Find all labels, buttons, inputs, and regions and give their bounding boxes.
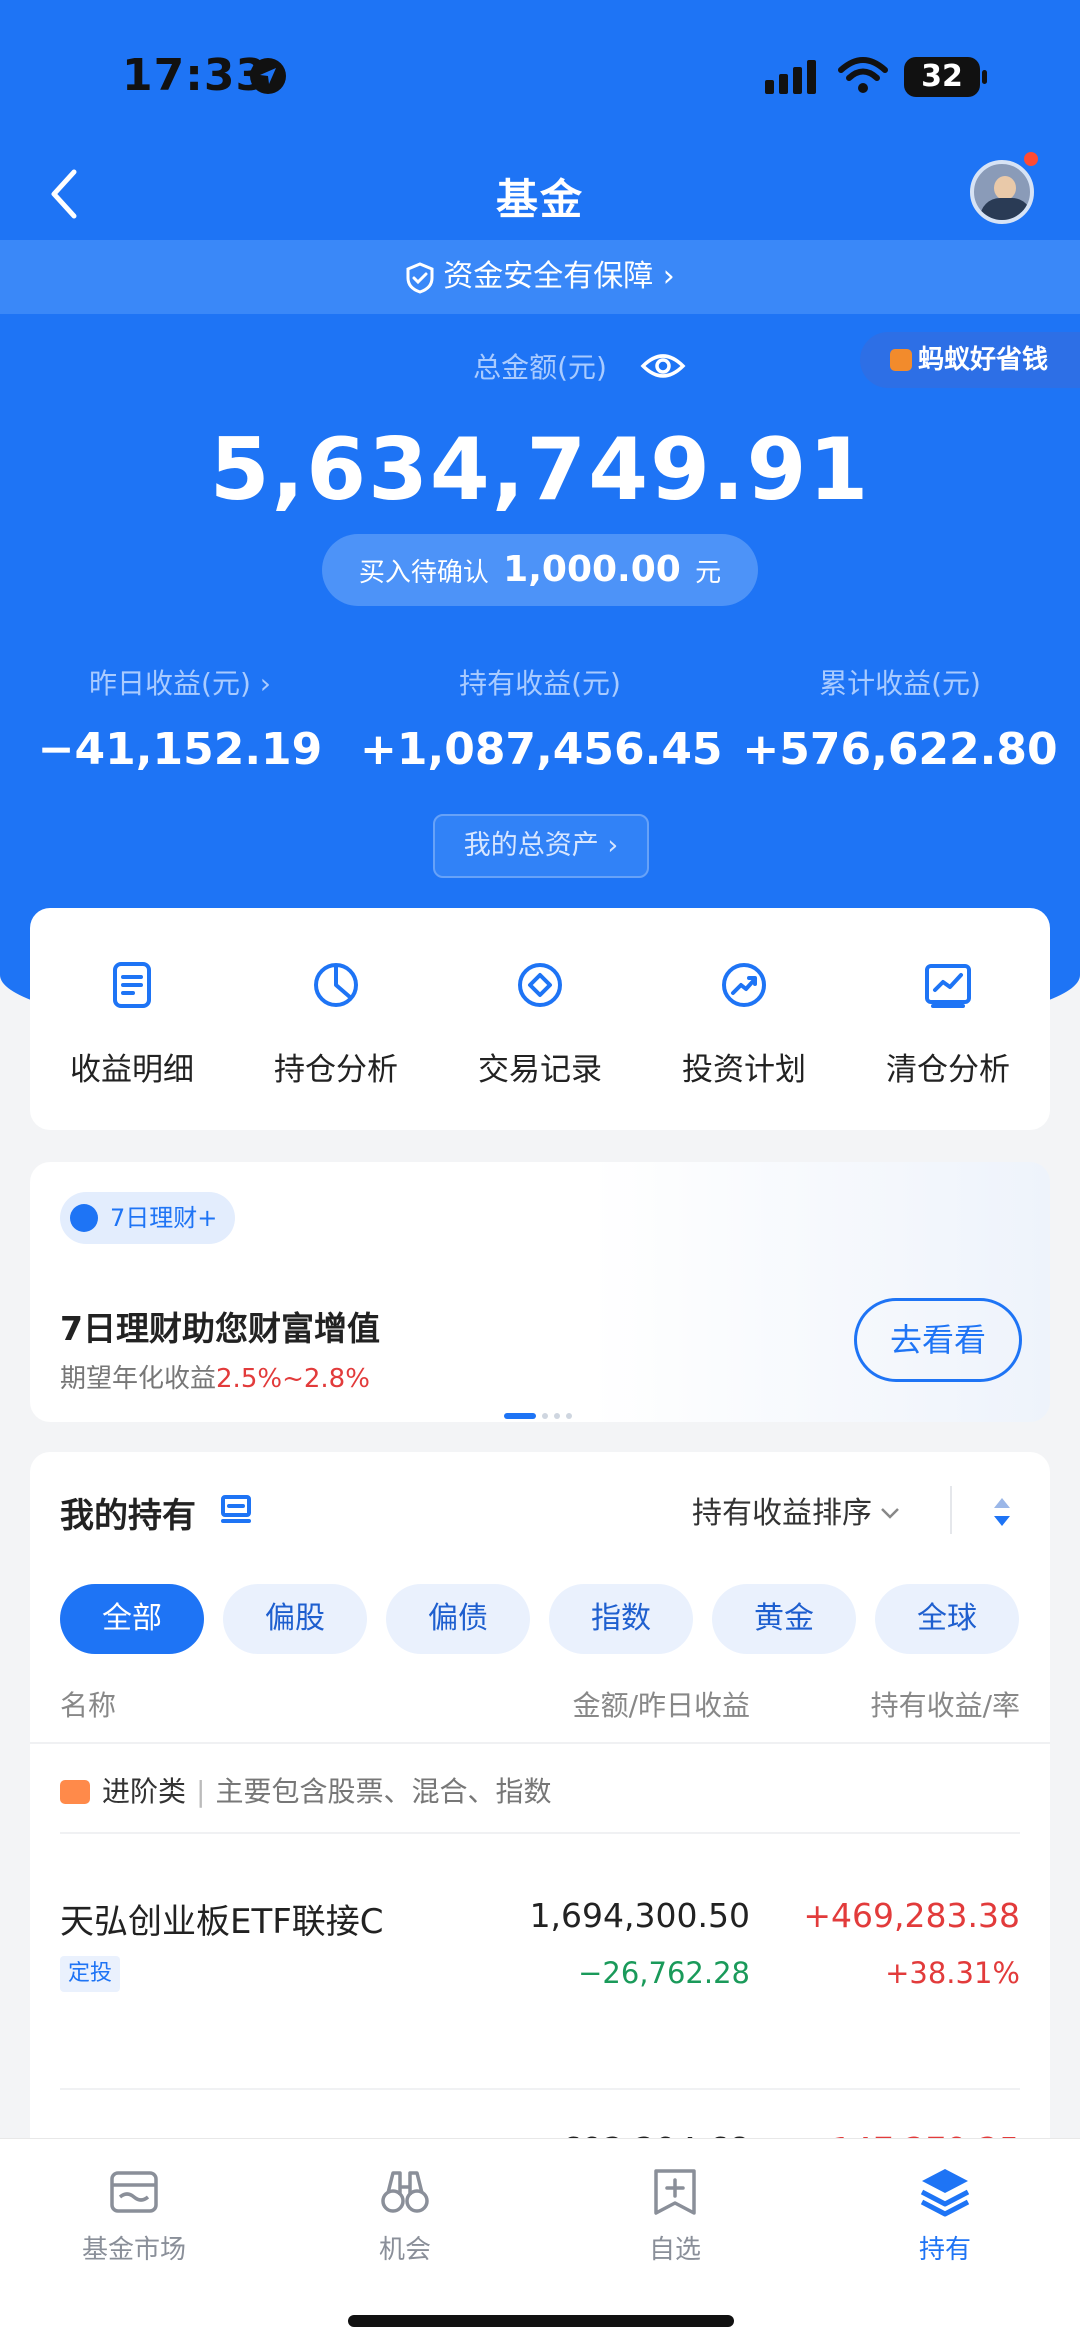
eye-icon[interactable]	[640, 350, 686, 382]
chevron-right-icon: ›	[250, 667, 271, 700]
chip-bond[interactable]: 偏债	[386, 1584, 530, 1654]
holding-profit: 持有收益(元) +1,087,456.45	[360, 662, 723, 775]
status-time: 17:33	[122, 50, 268, 101]
quick-action-position-analysis[interactable]: 持仓分析	[234, 908, 438, 1130]
holding-profit-value: +1,087,456.45	[360, 724, 723, 775]
pending-label: 买入待确认	[358, 558, 489, 588]
sort-arrows-icon[interactable]	[990, 1494, 1014, 1530]
binoculars-icon	[381, 2171, 429, 2213]
divider	[60, 2088, 1020, 2090]
store-icon	[110, 2171, 158, 2213]
divider	[950, 1486, 952, 1534]
layers-icon	[920, 2169, 970, 2217]
chip-equity[interactable]: 偏股	[223, 1584, 367, 1654]
quick-action-profit-detail[interactable]: 收益明细	[30, 908, 234, 1130]
location-arrow-icon	[250, 58, 286, 94]
column-profit: 持有收益/率	[870, 1689, 1020, 1722]
tab-holdings[interactable]: 持有	[845, 2165, 1045, 2266]
cumulative-profit-label: 累计收益(元)	[819, 667, 981, 700]
pending-amount: 1,000.00	[503, 549, 681, 590]
holding-profit-label: 持有收益(元)	[459, 667, 621, 700]
pending-confirm-pill[interactable]: 买入待确认 1,000.00 元	[322, 534, 758, 606]
promo-go-button[interactable]: 去看看	[854, 1298, 1022, 1382]
total-assets-button[interactable]: 我的总资产 ›	[433, 814, 649, 878]
total-amount-label: 总金额(元)	[473, 351, 607, 384]
carousel-dots	[504, 1404, 578, 1419]
pending-unit: 元	[695, 558, 722, 588]
chip-index[interactable]: 指数	[549, 1584, 693, 1654]
quick-action-label: 投资计划	[682, 1052, 806, 1088]
promo-title: 7日理财助您财富增值	[60, 1309, 380, 1348]
chevron-down-icon	[881, 1508, 899, 1519]
page-title: 基金	[495, 175, 584, 224]
avatar[interactable]	[970, 160, 1034, 224]
line-chart-box-icon	[925, 964, 971, 1008]
shield-check-icon	[406, 261, 434, 294]
promo-tag: 7日理财+	[60, 1192, 236, 1244]
tab-opportunity[interactable]: 机会	[305, 2165, 505, 2266]
quick-action-label: 清仓分析	[886, 1052, 1010, 1088]
fund-holding-rate: +38.31%	[885, 1956, 1020, 1990]
cumulative-profit-value: +576,622.80	[742, 724, 1058, 775]
fire-icon	[70, 1204, 98, 1232]
fund-name: 天弘创业板ETF联接C	[60, 1902, 384, 1942]
cumulative-profit: 累计收益(元) +576,622.80	[720, 662, 1080, 775]
category-description: 主要包含股票、混合、指数	[215, 1775, 552, 1808]
quick-actions-card: 收益明细 持仓分析 交易记录 投资计划 清仓分析	[30, 908, 1050, 1130]
tab-watchlist[interactable]: 自选	[575, 2165, 775, 2266]
trend-circle-icon	[722, 963, 766, 1007]
sort-dropdown[interactable]: 持有收益排序	[692, 1488, 900, 1532]
notification-dot	[1022, 150, 1040, 168]
chip-all[interactable]: 全部	[60, 1584, 204, 1654]
table-row[interactable]: 天弘创业板ETF联接C 定投 1,694,300.50 −26,762.28 +…	[30, 1872, 1050, 2072]
profit-stats: 昨日收益(元) › −41,152.19 持有收益(元) +1,087,456.…	[0, 662, 1080, 782]
quick-action-label: 交易记录	[478, 1052, 602, 1088]
fund-amount: 1,694,300.50	[529, 1896, 750, 1935]
fund-daily-profit: −26,762.28	[578, 1956, 750, 1990]
column-amount: 金额/昨日收益	[572, 1689, 750, 1722]
quick-action-transactions[interactable]: 交易记录	[438, 908, 642, 1130]
safety-text: 资金安全有保障	[443, 259, 654, 294]
flag-icon	[60, 1780, 90, 1804]
fund-badge: 定投	[60, 1956, 121, 1992]
category-name: 进阶类	[102, 1775, 187, 1808]
holdings-title: 我的持有	[60, 1496, 196, 1536]
status-bar: 17:33 32	[0, 40, 1080, 120]
pie-chart-icon	[314, 963, 358, 1007]
safety-banner[interactable]: 资金安全有保障 ›	[0, 240, 1080, 314]
message-icon[interactable]	[220, 1494, 252, 1524]
chip-global[interactable]: 全球	[875, 1584, 1019, 1654]
yesterday-profit-value: −41,152.19	[37, 724, 323, 775]
battery-indicator: 32	[904, 57, 987, 97]
yesterday-profit[interactable]: 昨日收益(元) › −41,152.19	[0, 662, 360, 775]
category-header: 进阶类 | 主要包含股票、混合、指数	[60, 1770, 1020, 1834]
quick-action-label: 收益明细	[70, 1052, 194, 1088]
home-indicator	[348, 2315, 734, 2327]
promo-rate: 2.5%~2.8%	[216, 1364, 370, 1394]
promo-card[interactable]: 7日理财+ 7日理财助您财富增值 期望年化收益2.5%~2.8% 去看看	[30, 1162, 1050, 1422]
quick-action-label: 持仓分析	[274, 1052, 398, 1088]
filter-chips: 全部 偏股 偏债 指数 黄金 全球	[60, 1584, 1020, 1654]
table-header: 名称 金额/昨日收益 持有收益/率	[30, 1678, 1050, 1744]
total-amount: 5,634,749.91	[209, 420, 871, 520]
column-name: 名称	[60, 1689, 117, 1722]
promo-subtitle: 期望年化收益2.5%~2.8%	[60, 1364, 370, 1394]
quick-action-clearance-analysis[interactable]: 清仓分析	[846, 908, 1050, 1130]
bookmark-plus-icon	[654, 2169, 696, 2215]
diamond-circle-icon	[518, 963, 562, 1007]
chip-gold[interactable]: 黄金	[712, 1584, 856, 1654]
wifi-icon	[838, 57, 888, 93]
nav-bar: 基金	[0, 150, 1080, 240]
fund-holding-profit: +469,283.38	[803, 1896, 1020, 1935]
doc-list-icon	[113, 962, 151, 1008]
quick-action-investment-plan[interactable]: 投资计划	[642, 908, 846, 1130]
chevron-right-icon: ›	[653, 259, 675, 294]
tab-fund-market[interactable]: 基金市场	[34, 2165, 234, 2266]
cellular-signal-icon	[765, 60, 816, 94]
yesterday-profit-label: 昨日收益(元)	[89, 667, 251, 700]
